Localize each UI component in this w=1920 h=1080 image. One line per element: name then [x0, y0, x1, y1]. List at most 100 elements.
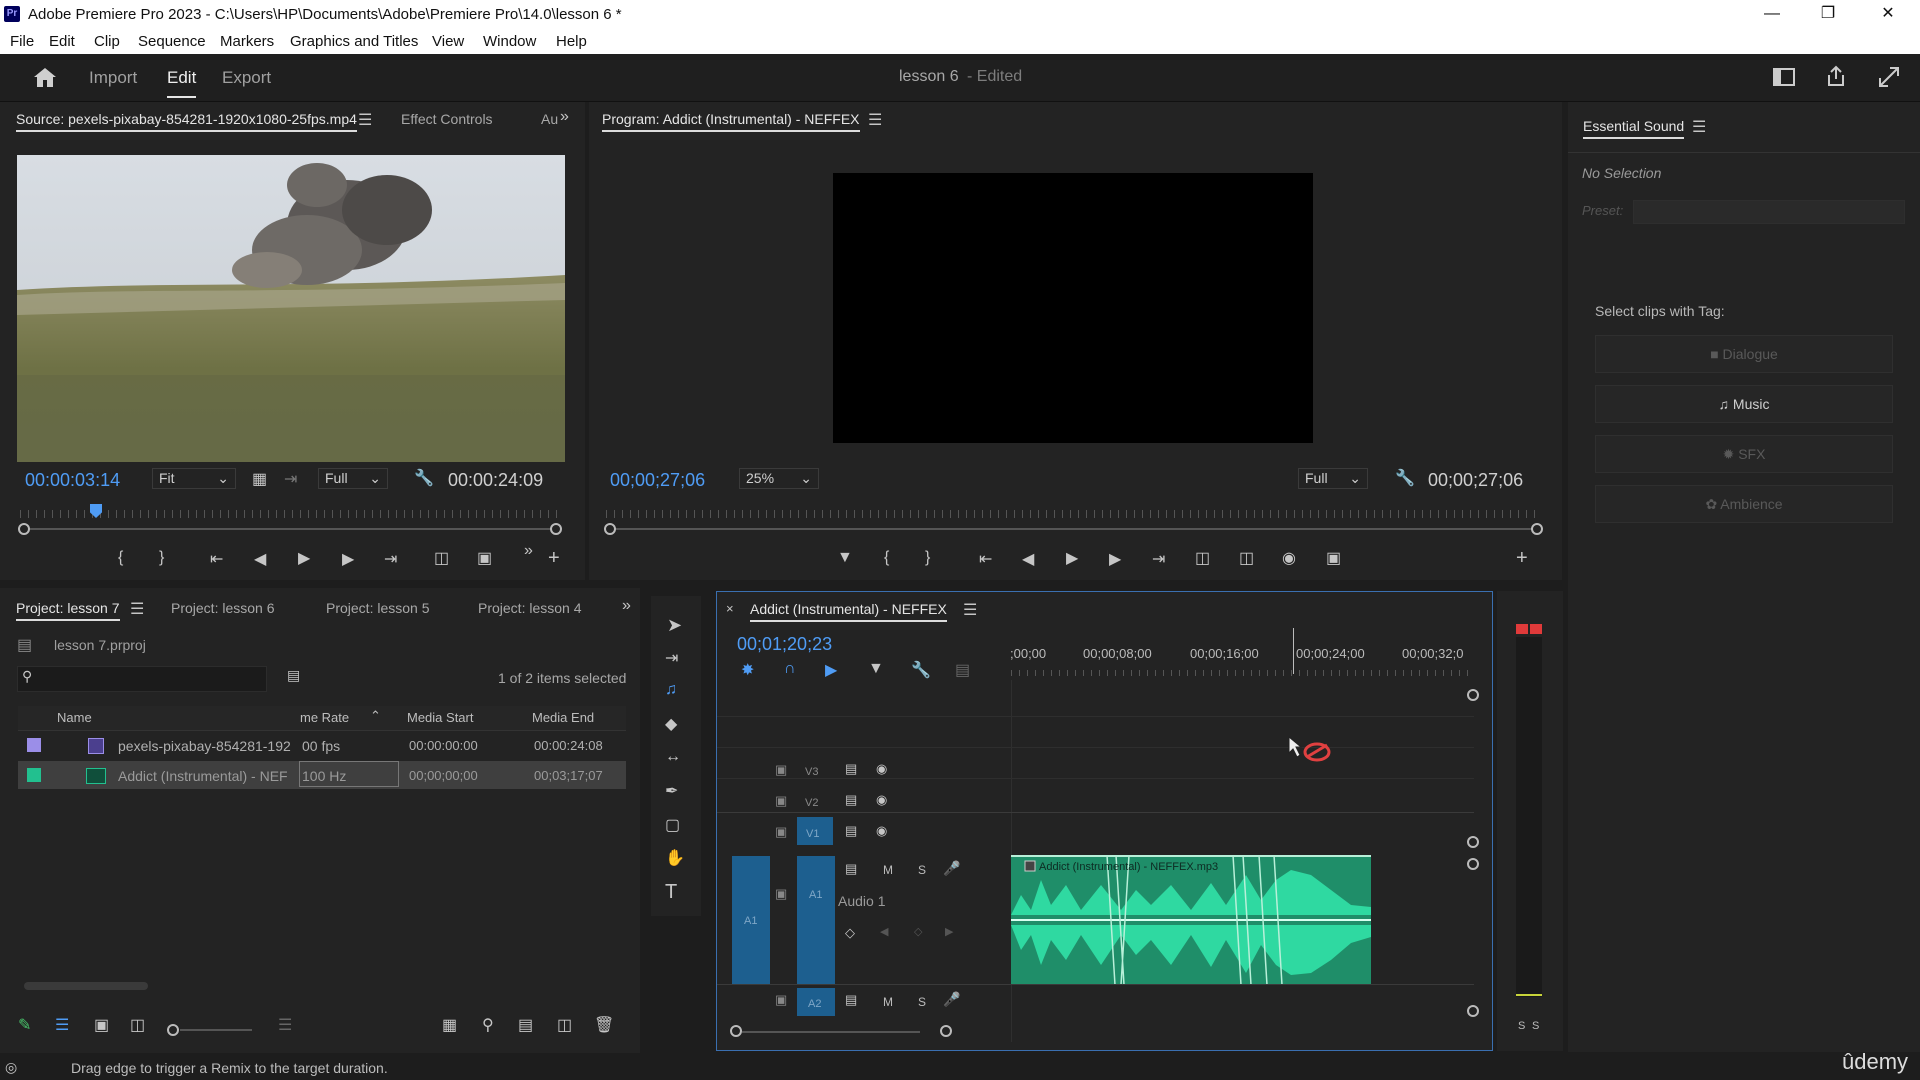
zoom-slider-handle[interactable] [167, 1024, 179, 1036]
microphone-icon[interactable]: 🎤 [943, 860, 960, 877]
panel-menu-icon[interactable]: ☰ [868, 110, 882, 130]
column-media-start[interactable]: Media Start [407, 710, 473, 725]
add-keyframe-icon[interactable]: ◇ [914, 925, 922, 938]
icon-view-icon[interactable]: ▣ [94, 1015, 109, 1035]
settings-square-icon[interactable]: ▦ [252, 469, 267, 489]
search-input[interactable] [17, 666, 267, 692]
tab-sequence[interactable]: Addict (Instrumental) - NEFFEX [750, 601, 947, 622]
more-tabs-icon[interactable]: » [622, 597, 631, 615]
sync-lock-icon[interactable]: ▤ [845, 792, 857, 808]
a-scroll-top-handle[interactable] [1467, 858, 1479, 870]
step-forward-icon[interactable]: ▶ [1109, 549, 1121, 569]
solo-right-button[interactable]: S [1532, 1020, 1539, 1032]
go-to-in-icon[interactable]: ⇤ [210, 549, 223, 569]
go-to-out-icon[interactable]: ⇥ [1152, 549, 1165, 569]
nest-icon[interactable]: ✸ [741, 660, 754, 680]
tab-project-lesson4[interactable]: Project: lesson 4 [478, 600, 582, 616]
v-scroll-top-handle[interactable] [1467, 689, 1479, 701]
tab-program[interactable]: Program: Addict (Instrumental) - NEFFEX [602, 111, 860, 132]
type-tool-icon[interactable]: T [665, 881, 677, 904]
sync-lock-icon[interactable]: ▤ [845, 823, 857, 839]
eye-icon[interactable]: ◉ [876, 823, 887, 839]
audio-clip[interactable] [1011, 855, 1371, 985]
menu-file[interactable]: File [10, 33, 34, 50]
menu-clip[interactable]: Clip [94, 33, 120, 50]
sfx-tag-button[interactable]: ✹ SFX [1595, 435, 1893, 473]
track-label-v1[interactable]: V1 [806, 828, 819, 840]
tab-audio[interactable]: Au [541, 111, 558, 127]
mute-button[interactable]: M [883, 863, 893, 877]
timeline-ruler[interactable] [1011, 670, 1475, 676]
close-button[interactable]: ✕ [1860, 0, 1916, 30]
next-keyframe-icon[interactable]: ▶ [945, 925, 953, 938]
menu-help[interactable]: Help [556, 33, 587, 50]
source-quality-dropdown[interactable]: Full ⌄ [318, 468, 388, 489]
close-tab-icon[interactable]: × [726, 601, 734, 616]
source-timecode[interactable]: 00:00:03:14 [25, 470, 120, 491]
a-scroll-bottom-handle[interactable] [1467, 1005, 1479, 1017]
zoom-handle-right[interactable] [550, 523, 562, 535]
pencil-icon[interactable]: ✎ [18, 1015, 31, 1035]
clip-indicator-left[interactable] [1516, 624, 1528, 634]
snap-magnet-icon[interactable]: ∩ [784, 660, 796, 678]
eye-icon[interactable]: ◉ [876, 792, 887, 808]
trash-icon[interactable]: 🗑 [594, 1015, 614, 1035]
track-label-v2[interactable]: V2 [805, 797, 818, 809]
label-color-swatch[interactable] [27, 738, 41, 752]
h-scroll-bar[interactable] [742, 1031, 920, 1033]
tab-edit[interactable]: Edit [167, 68, 197, 98]
horizontal-scrollbar[interactable] [24, 982, 148, 990]
insert-icon[interactable]: ◫ [434, 548, 449, 568]
lock-icon[interactable]: ▣ [775, 824, 787, 840]
linked-selection-icon[interactable]: ▶ [825, 660, 837, 680]
lock-icon[interactable]: ▣ [775, 992, 787, 1008]
h-scroll-right-handle[interactable] [940, 1025, 952, 1037]
new-bin-icon[interactable]: ▤ [518, 1015, 533, 1035]
sort-icon[interactable]: ☰ [278, 1015, 292, 1035]
tab-essential-sound[interactable]: Essential Sound [1583, 118, 1685, 139]
menu-graphics[interactable]: Graphics and Titles [290, 33, 418, 50]
zoom-slider-track[interactable] [180, 1029, 252, 1031]
h-scroll-left-handle[interactable] [730, 1025, 742, 1037]
new-bin-from-search-icon[interactable]: ▤ [287, 667, 300, 684]
project-item-row-selected[interactable]: Addict (Instrumental) - NEF 100 Hz 00;00… [18, 761, 626, 789]
zoom-dropdown[interactable]: 25% ⌄ [739, 468, 819, 489]
play-icon[interactable]: ▶ [298, 548, 310, 568]
music-tag-button[interactable]: ♫ Music [1595, 385, 1893, 423]
clip-indicator-right[interactable] [1530, 624, 1542, 634]
sync-lock-icon[interactable]: ▤ [845, 992, 857, 1008]
wrench-icon[interactable]: 🔧 [414, 468, 434, 488]
lock-icon[interactable]: ▣ [775, 886, 787, 902]
new-item-icon[interactable]: ◫ [557, 1015, 572, 1035]
zoom-handle-left[interactable] [18, 523, 30, 535]
go-to-out-icon[interactable]: ⇥ [384, 549, 397, 569]
minimize-button[interactable]: — [1744, 0, 1800, 30]
menu-sequence[interactable]: Sequence [138, 33, 206, 50]
menu-markers[interactable]: Markers [220, 33, 274, 50]
dialogue-tag-button[interactable]: ■ Dialogue [1595, 335, 1893, 373]
menu-edit[interactable]: Edit [49, 33, 75, 50]
list-view-icon[interactable]: ☰ [55, 1015, 69, 1035]
program-zoom-bar[interactable] [611, 528, 1535, 530]
restore-button[interactable]: ❐ [1800, 0, 1856, 30]
remix-tool-icon[interactable]: ♫ [665, 681, 677, 699]
zoom-handle-left[interactable] [604, 523, 616, 535]
more-tabs-icon[interactable]: » [560, 108, 569, 126]
solo-button[interactable]: S [918, 863, 926, 877]
wrench-icon[interactable]: 🔧 [911, 660, 931, 680]
column-frame-rate[interactable]: me Rate [300, 710, 349, 725]
camera-icon[interactable]: ◉ [1282, 548, 1296, 568]
step-forward-icon[interactable]: ▶ [342, 549, 354, 569]
razor-tool-icon[interactable]: ◆ [665, 714, 677, 734]
find-icon[interactable]: ⚲ [482, 1015, 494, 1035]
step-back-icon[interactable]: ◀ [254, 549, 266, 569]
tab-project-lesson6[interactable]: Project: lesson 6 [171, 600, 275, 616]
tab-effect-controls[interactable]: Effect Controls [401, 111, 493, 127]
column-name[interactable]: Name [57, 710, 92, 725]
panel-menu-icon[interactable]: ☰ [963, 600, 977, 620]
home-icon[interactable] [32, 66, 58, 88]
add-button-icon[interactable]: + [1516, 547, 1528, 570]
pen-tool-icon[interactable]: ✒ [665, 781, 678, 801]
sort-ascending-icon[interactable]: ⌃ [370, 708, 381, 724]
mute-button[interactable]: M [883, 995, 893, 1009]
